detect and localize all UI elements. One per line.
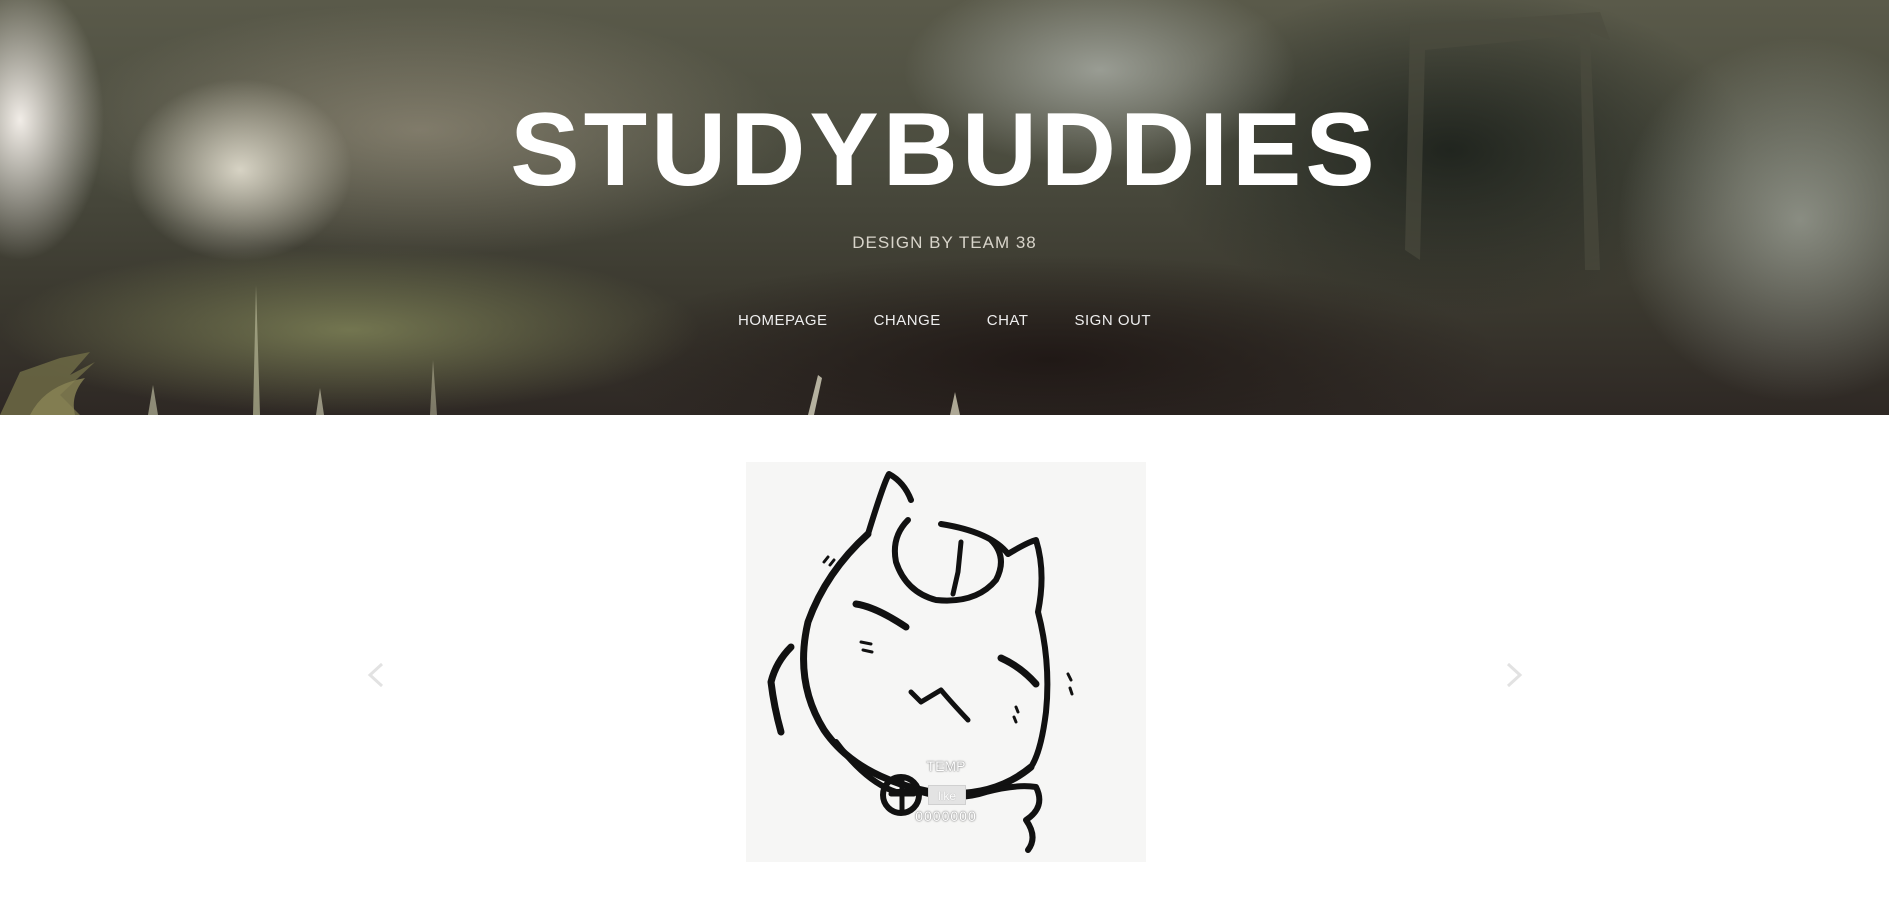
site-subtitle: DESIGN BY TEAM 38 xyxy=(852,233,1037,252)
nav-chat-link[interactable]: CHAT xyxy=(987,312,1029,329)
site-title: STUDYBUDDIES xyxy=(510,92,1379,208)
image-carousel: TEMP like 0000000 xyxy=(0,415,1889,908)
hero-banner: STUDYBUDDIES DESIGN BY TEAM 38 HOMEPAGE … xyxy=(0,0,1889,415)
carousel-next-button[interactable] xyxy=(1498,660,1528,690)
like-count: 0000000 xyxy=(915,808,977,824)
carousel-prev-button[interactable] xyxy=(362,660,392,690)
chevron-left-icon xyxy=(367,662,384,688)
carousel-slide: TEMP like 0000000 xyxy=(746,462,1146,862)
main-nav: HOMEPAGE CHANGE CHAT SIGN OUT xyxy=(0,312,1889,329)
nav-homepage-link[interactable]: HOMEPAGE xyxy=(738,312,828,329)
like-button[interactable]: like xyxy=(928,785,966,805)
nav-sign-out-link[interactable]: SIGN OUT xyxy=(1074,312,1151,329)
slide-caption-title: TEMP xyxy=(926,758,966,774)
chevron-right-icon xyxy=(1506,662,1523,688)
nav-change-link[interactable]: CHANGE xyxy=(874,312,941,329)
